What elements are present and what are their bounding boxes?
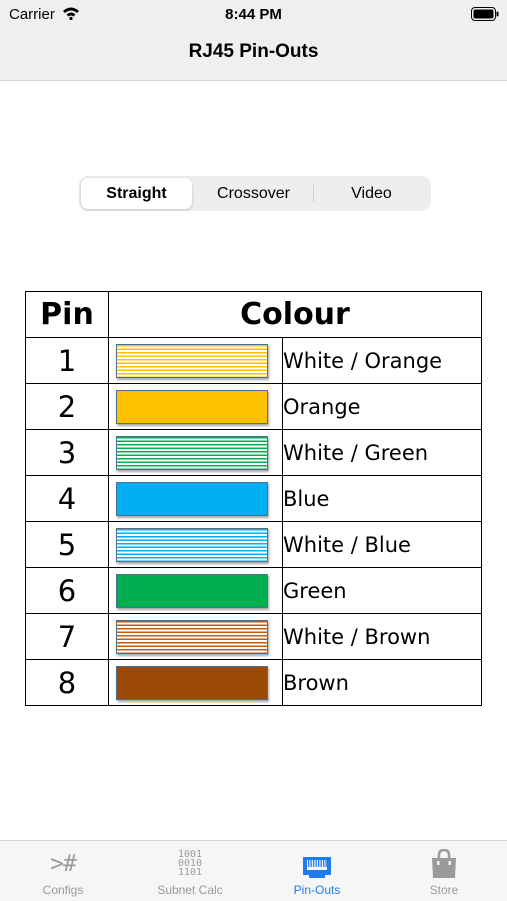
table-row: 5 White / Blue: [25, 521, 482, 568]
colour-name: White / Brown: [282, 613, 482, 660]
segment-straight[interactable]: Straight: [81, 178, 192, 209]
battery-icon: [471, 7, 499, 26]
wire-colour-swatch: [116, 573, 268, 608]
tab-label-pin-outs: Pin-Outs: [293, 883, 341, 897]
wire-colour-swatch: [116, 527, 268, 562]
wire-colour-swatch: [116, 619, 268, 654]
swatch-cell: [108, 337, 283, 384]
wire-colour-swatch: [116, 665, 268, 700]
tab-bar: ># Configs 1001 0010 1101 Subnet Calc Pi…: [0, 840, 507, 901]
table-row: 6 Green: [25, 567, 482, 614]
tab-store[interactable]: Store: [381, 841, 507, 901]
swatch-cell: [108, 383, 283, 430]
table-row: 1 White / Orange: [25, 337, 482, 384]
pin-number: 2: [25, 383, 109, 430]
status-bar: Carrier 8:44 PM: [0, 0, 507, 28]
table-row: 3 White / Green: [25, 429, 482, 476]
ethernet-port-icon: [254, 848, 380, 880]
swatch-cell: [108, 613, 283, 660]
header-pin: Pin: [25, 291, 109, 338]
table-row: 2 Orange: [25, 383, 482, 430]
tab-label-configs: Configs: [42, 883, 84, 897]
colour-name: Orange: [282, 383, 482, 430]
colour-name: White / Green: [282, 429, 482, 476]
header-colour: Colour: [108, 291, 482, 338]
navigation-bar: RJ45 Pin-Outs: [0, 28, 507, 81]
colour-name: White / Blue: [282, 521, 482, 568]
colour-name: Brown: [282, 659, 482, 706]
tab-label-subnet-calc: Subnet Calc: [157, 883, 223, 897]
tab-label-store: Store: [429, 883, 459, 897]
colour-name: White / Orange: [282, 337, 482, 384]
binary-icon: 1001 0010 1101: [177, 849, 203, 878]
wire-colour-swatch: [116, 343, 268, 378]
pin-number: 1: [25, 337, 109, 384]
terminal-icon: >#: [50, 851, 77, 877]
wire-colour-swatch: [116, 435, 268, 470]
table-row: 7 White / Brown: [25, 613, 482, 660]
table-row: 8 Brown: [25, 659, 482, 706]
table-header-row: Pin Colour: [25, 291, 482, 338]
swatch-cell: [108, 521, 283, 568]
pin-number: 6: [25, 567, 109, 614]
pinout-table: Pin Colour 1 White / Orange 2 Orange 3 White …: [25, 291, 482, 706]
swatch-cell: [108, 429, 283, 476]
pin-number: 7: [25, 613, 109, 660]
page-title: RJ45 Pin-Outs: [188, 41, 319, 62]
pin-number: 3: [25, 429, 109, 476]
colour-name: Green: [282, 567, 482, 614]
tab-pin-outs[interactable]: Pin-Outs: [254, 841, 380, 901]
status-time: 8:44 PM: [225, 6, 282, 23]
swatch-cell: [108, 475, 283, 522]
swatch-cell: [108, 659, 283, 706]
pin-number: 8: [25, 659, 109, 706]
shopping-bag-icon: [381, 848, 507, 880]
wire-colour-swatch: [116, 389, 268, 424]
segment-crossover[interactable]: Crossover: [194, 178, 313, 209]
wiring-type-segmented-control: Straight Crossover Video: [79, 176, 431, 211]
colour-name: Blue: [282, 475, 482, 522]
segment-video[interactable]: Video: [314, 178, 429, 209]
pin-number: 5: [25, 521, 109, 568]
table-row: 4 Blue: [25, 475, 482, 522]
pin-number: 4: [25, 475, 109, 522]
swatch-cell: [108, 567, 283, 614]
tab-subnet-calc[interactable]: 1001 0010 1101 Subnet Calc: [127, 841, 253, 901]
wire-colour-swatch: [116, 481, 268, 516]
tab-configs[interactable]: ># Configs: [0, 841, 126, 901]
